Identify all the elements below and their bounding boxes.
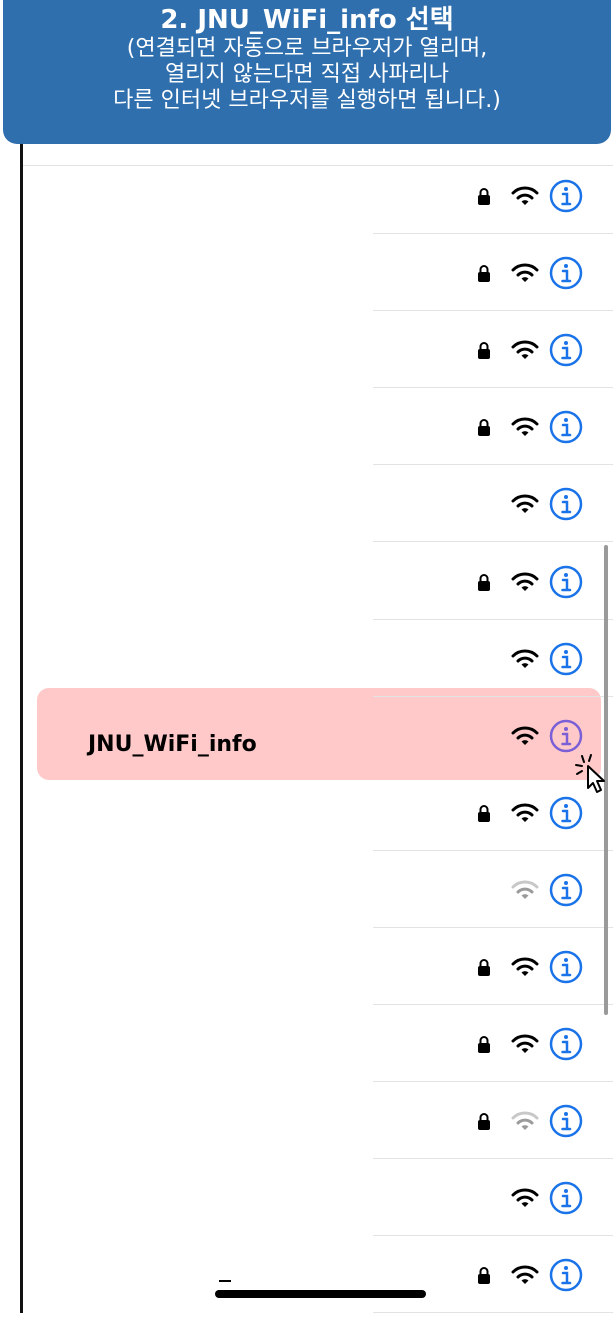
network-row[interactable] xyxy=(0,789,613,866)
network-row[interactable] xyxy=(0,249,613,326)
wifi-icon xyxy=(511,1111,539,1131)
wifi-icon xyxy=(511,649,539,668)
instruction-banner: 2. JNU_WiFi_info 선택 (연결되면 자동으로 브라우저가 열리며… xyxy=(3,0,611,144)
network-status-icons xyxy=(477,1026,587,1062)
wifi-icon xyxy=(511,494,539,514)
network-status-icons xyxy=(477,486,587,522)
network-status-icons xyxy=(477,332,587,368)
wifi-icon xyxy=(511,726,539,745)
info-icon[interactable] xyxy=(549,1258,583,1292)
network-row[interactable] xyxy=(0,558,613,635)
network-row[interactable] xyxy=(0,1174,613,1251)
info-icon[interactable] xyxy=(549,642,583,676)
network-row[interactable] xyxy=(0,403,613,480)
info-icon[interactable] xyxy=(549,1104,583,1138)
banner-line-1: (연결되면 자동으로 브라우저가 열리며, xyxy=(126,36,488,61)
network-status-icons xyxy=(477,718,587,754)
network-name: JNU_WiFi_info xyxy=(88,731,257,757)
row-separator xyxy=(373,464,613,466)
row-separator xyxy=(373,1081,613,1083)
banner-line-3: 다른 인터넷 브라우저를 실행하면 됩니다.) xyxy=(113,88,501,113)
lock-icon xyxy=(478,419,490,437)
row-separator xyxy=(373,618,613,620)
network-row[interactable] xyxy=(0,943,613,1020)
network-status-icons xyxy=(477,1180,587,1216)
info-icon[interactable] xyxy=(549,950,583,984)
row-separator xyxy=(373,541,613,543)
info-icon[interactable] xyxy=(549,1181,583,1215)
row-separator xyxy=(373,926,613,928)
info-icon[interactable] xyxy=(549,796,583,830)
lock-icon xyxy=(478,1036,490,1054)
row-separator xyxy=(373,1004,613,1005)
row-separator xyxy=(373,849,613,851)
row-separator xyxy=(373,1235,613,1237)
network-row[interactable] xyxy=(0,326,613,403)
network-status-icons xyxy=(477,795,587,831)
wifi-icon xyxy=(511,803,539,822)
lock-icon xyxy=(478,188,490,205)
lock-icon xyxy=(478,573,490,591)
info-icon[interactable] xyxy=(549,179,583,213)
network-status-icons xyxy=(477,949,587,985)
row-separator xyxy=(373,310,613,312)
wifi-icon xyxy=(511,572,539,591)
network-status-icons xyxy=(477,564,587,600)
wifi-icon xyxy=(511,417,539,437)
row-separator xyxy=(373,387,613,389)
info-icon[interactable] xyxy=(549,487,583,521)
lock-icon xyxy=(478,1267,490,1285)
row-separator xyxy=(23,165,613,166)
row-separator xyxy=(373,695,613,697)
network-row[interactable] xyxy=(0,480,613,557)
network-status-icons xyxy=(477,409,587,445)
row-separator xyxy=(373,233,613,234)
network-status-icons xyxy=(477,1257,587,1293)
banner-title: 2. JNU_WiFi_info 선택 xyxy=(160,5,454,35)
lock-icon xyxy=(478,342,490,360)
wifi-icon xyxy=(511,186,539,205)
lock-icon xyxy=(478,265,490,283)
wifi-icon xyxy=(511,340,539,360)
network-status-icons xyxy=(477,255,587,291)
info-icon[interactable] xyxy=(549,565,583,599)
wifi-settings-screen: JNU_WiFi_info ‹ 2. JNU_WiFi_info 선택 (연결되… xyxy=(0,0,613,1314)
wifi-icon xyxy=(511,957,539,976)
info-icon[interactable] xyxy=(549,256,583,290)
network-status-icons xyxy=(477,1103,587,1139)
info-icon[interactable] xyxy=(549,1027,583,1061)
info-icon[interactable] xyxy=(549,873,583,907)
wifi-icon xyxy=(511,880,539,899)
info-icon[interactable] xyxy=(549,410,583,444)
network-row[interactable] xyxy=(0,1097,613,1174)
info-icon[interactable] xyxy=(549,719,583,753)
banner-line-2: 열리지 않는다면 직접 사파리나 xyxy=(164,62,450,87)
network-row[interactable] xyxy=(0,172,613,249)
network-status-icons xyxy=(477,872,587,908)
network-list: JNU_WiFi_info xyxy=(0,0,613,1314)
lock-icon xyxy=(478,804,490,822)
home-indicator[interactable] xyxy=(215,1290,426,1298)
network-row[interactable] xyxy=(0,866,613,943)
wifi-icon xyxy=(511,263,539,283)
wifi-icon xyxy=(511,1034,539,1054)
network-row[interactable] xyxy=(0,1020,613,1097)
info-icon[interactable] xyxy=(549,333,583,367)
home-dash xyxy=(219,1280,231,1282)
network-row[interactable] xyxy=(0,635,613,712)
row-separator xyxy=(373,1158,613,1160)
wifi-icon xyxy=(511,1188,539,1208)
wifi-icon xyxy=(511,1265,539,1285)
network-status-icons xyxy=(477,641,587,677)
lock-icon xyxy=(478,1113,490,1131)
lock-icon xyxy=(478,959,490,976)
network-row[interactable]: JNU_WiFi_info xyxy=(0,712,613,789)
pointer-cursor-icon xyxy=(575,754,605,793)
network-status-icons xyxy=(477,178,587,214)
